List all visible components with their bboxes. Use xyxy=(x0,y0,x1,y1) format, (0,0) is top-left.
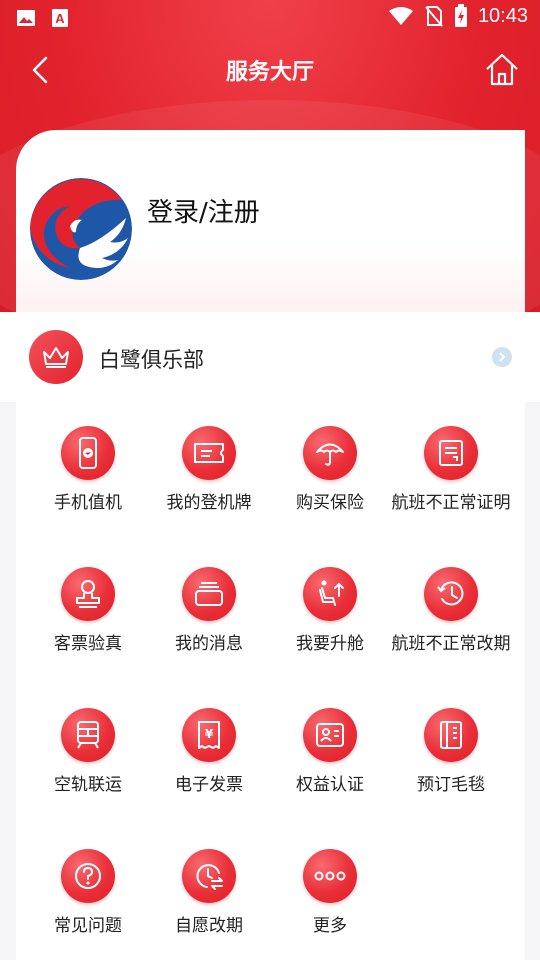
history-clock-icon xyxy=(424,567,478,621)
question-icon xyxy=(61,849,115,903)
no-sim-icon xyxy=(424,5,444,27)
service-upgrade[interactable]: 我要升舱 xyxy=(265,567,395,655)
home-icon xyxy=(486,53,518,86)
boarding-pass-icon xyxy=(182,426,236,480)
services-grid: 手机值机 我的登机牌 购买保险 航班不正常证明 客票验真 我的消息 我要升舱 航… xyxy=(16,402,525,960)
umbrella-icon xyxy=(303,426,357,480)
message-icon xyxy=(182,567,236,621)
home-button[interactable] xyxy=(482,50,522,90)
stamp-icon xyxy=(61,567,115,621)
font-app-icon: A xyxy=(50,8,70,28)
club-row[interactable]: 白鹭俱乐部 xyxy=(0,312,540,402)
chevron-right-icon xyxy=(492,347,512,367)
service-faq[interactable]: 常见问题 xyxy=(23,849,153,937)
login-register-link[interactable]: 登录/注册 xyxy=(147,192,260,229)
page-title: 服务大厅 xyxy=(225,60,314,85)
wifi-icon xyxy=(388,6,414,26)
service-benefit-verify[interactable]: 权益认证 xyxy=(265,708,395,796)
status-time: 10:43 xyxy=(477,4,528,27)
invoice-icon: ¥ xyxy=(182,708,236,762)
club-label: 白鹭俱乐部 xyxy=(99,348,204,372)
crown-icon xyxy=(29,330,83,384)
svg-text:¥: ¥ xyxy=(205,727,214,741)
id-card-icon xyxy=(303,708,357,762)
more-icon xyxy=(303,849,357,903)
airline-logo[interactable] xyxy=(30,178,132,280)
service-e-invoice[interactable]: ¥ 电子发票 xyxy=(144,708,274,796)
nav-bar: 服务大厅 xyxy=(0,40,540,100)
blanket-icon xyxy=(424,708,478,762)
service-book-blanket[interactable]: 预订毛毯 xyxy=(386,708,516,796)
reschedule-icon xyxy=(182,849,236,903)
service-boarding-pass[interactable]: 我的登机牌 xyxy=(144,426,274,514)
service-messages[interactable]: 我的消息 xyxy=(144,567,274,655)
service-voluntary-reschedule[interactable]: 自愿改期 xyxy=(144,849,274,937)
phone-checkin-icon xyxy=(61,426,115,480)
battery-icon xyxy=(454,4,468,28)
user-card: 登录/注册 xyxy=(16,130,525,320)
svg-text:A: A xyxy=(55,11,65,26)
certificate-icon xyxy=(424,426,478,480)
service-phone-checkin[interactable]: 手机值机 xyxy=(23,426,153,514)
service-ticket-verify[interactable]: 客票验真 xyxy=(23,567,153,655)
service-flight-irregular-reschedule[interactable]: 航班不正常改期 xyxy=(386,567,516,655)
service-more[interactable]: 更多 xyxy=(265,849,395,937)
train-icon xyxy=(61,708,115,762)
service-rail-air[interactable]: 空轨联运 xyxy=(23,708,153,796)
status-bar: A 10:43 xyxy=(0,0,540,36)
image-icon xyxy=(16,8,36,28)
service-flight-irregular-certificate[interactable]: 航班不正常证明 xyxy=(386,426,516,514)
service-insurance[interactable]: 购买保险 xyxy=(265,426,395,514)
seat-upgrade-icon xyxy=(303,567,357,621)
